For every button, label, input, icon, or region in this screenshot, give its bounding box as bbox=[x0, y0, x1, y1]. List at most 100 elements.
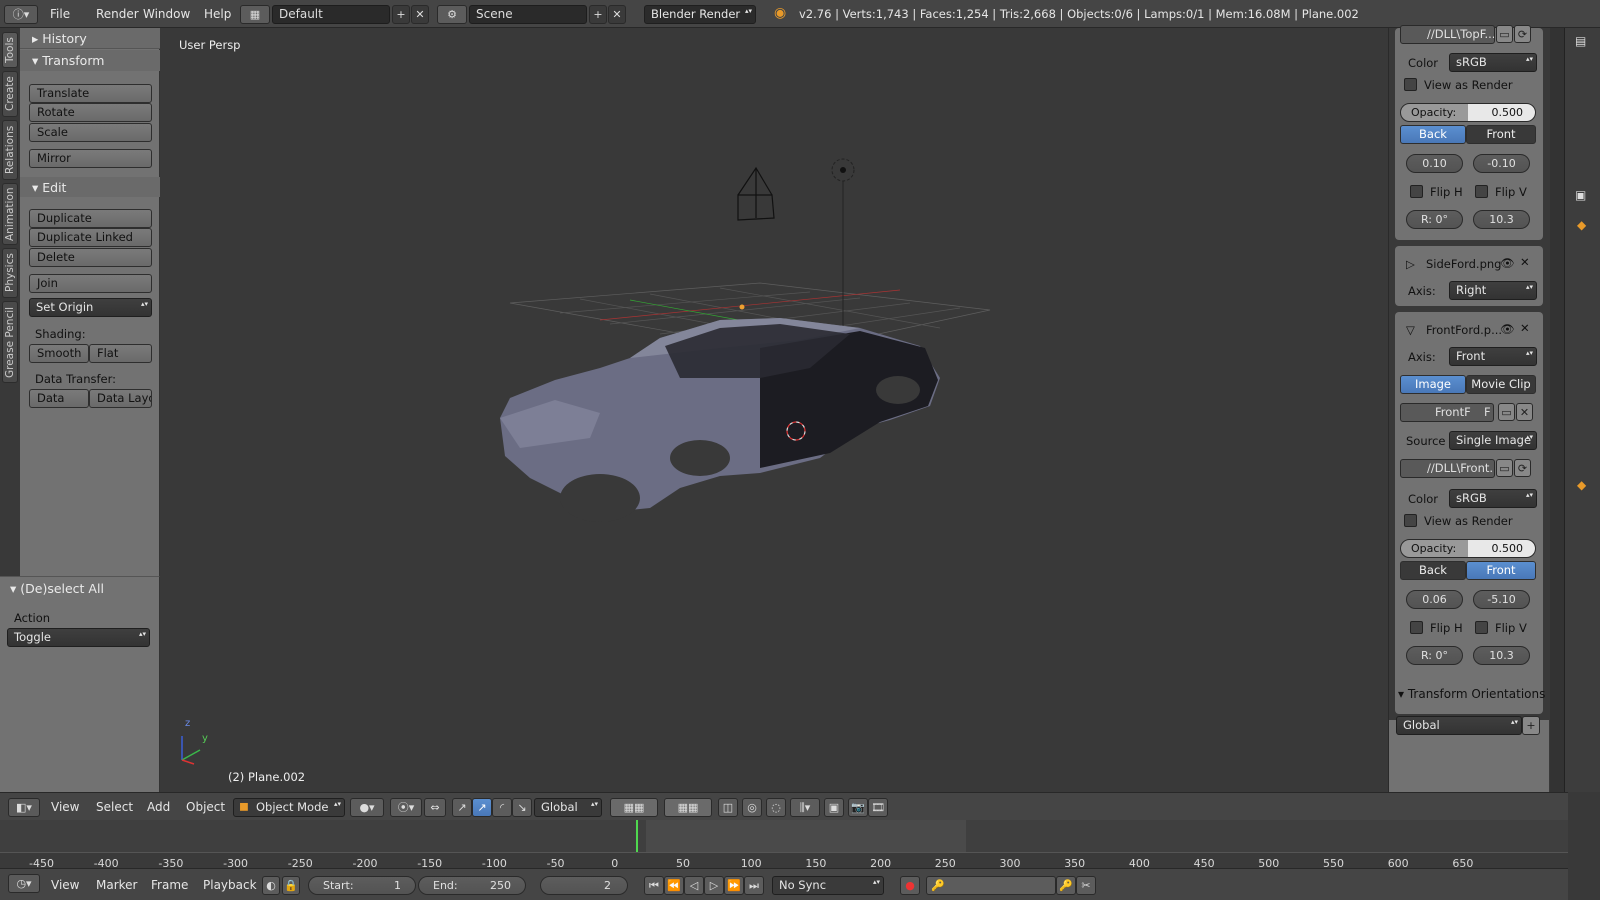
front-offset-x-field[interactable]: 0.06 bbox=[1406, 590, 1463, 609]
menu-render[interactable]: Render bbox=[96, 0, 139, 28]
opacity-slider[interactable]: Opacity: 0.500 bbox=[1400, 103, 1536, 122]
remove-layout-icon[interactable]: ✕ bbox=[411, 5, 429, 24]
3d-viewport[interactable]: User Persp z y (2) Plane.002 bbox=[160, 28, 1388, 792]
rotate-button[interactable]: Rotate bbox=[29, 103, 152, 122]
translate-manipulator-icon[interactable]: ↗ bbox=[452, 798, 472, 817]
open-file-icon[interactable]: ▭ bbox=[1496, 25, 1513, 43]
layout-icon[interactable]: ▦ bbox=[240, 5, 270, 24]
size-field[interactable]: 10.3 bbox=[1473, 210, 1530, 229]
play-icon[interactable]: ▷ bbox=[704, 876, 724, 895]
properties-scrollbar[interactable] bbox=[1550, 28, 1564, 792]
front-flip-v-checkbox[interactable] bbox=[1475, 621, 1488, 634]
remove-scene-icon[interactable]: ✕ bbox=[608, 5, 626, 24]
manipulator-toggle-icon[interactable]: ⇔ bbox=[424, 798, 446, 817]
front-reload-icon[interactable]: ⟳ bbox=[1514, 459, 1531, 477]
lock-layers-icon[interactable]: ◫ bbox=[718, 798, 738, 817]
front-rotation-field[interactable]: R: 0° bbox=[1406, 646, 1463, 665]
color-space-select[interactable]: sRGB bbox=[1449, 53, 1537, 72]
front-button[interactable]: Front bbox=[1466, 125, 1536, 144]
delete-keyframe-icon[interactable]: ✂ bbox=[1076, 876, 1096, 895]
frame-menu[interactable]: Frame bbox=[151, 871, 188, 899]
mirror-button[interactable]: Mirror bbox=[29, 149, 152, 168]
proportional-edit-icon[interactable]: ◎ bbox=[742, 798, 762, 817]
current-frame-field[interactable]: 2 bbox=[540, 876, 628, 895]
reload-icon[interactable]: ⟳ bbox=[1514, 25, 1531, 43]
action-select[interactable]: Toggle bbox=[7, 628, 150, 647]
menu-help[interactable]: Help bbox=[204, 0, 231, 28]
tab-tools[interactable]: Tools bbox=[2, 32, 18, 68]
side-expand-icon[interactable]: ▷ bbox=[1406, 257, 1415, 271]
scene-props-icon[interactable]: ▣ bbox=[1575, 188, 1586, 202]
scene-field[interactable]: Scene bbox=[469, 5, 587, 24]
opengl-render-icon[interactable]: 📷 bbox=[848, 798, 868, 817]
add-layout-icon[interactable]: + bbox=[392, 5, 410, 24]
image-source-button[interactable]: Image bbox=[1400, 375, 1466, 394]
lock-icon[interactable]: 🔒 bbox=[282, 876, 300, 895]
arc-manipulator-icon[interactable]: ◜ bbox=[492, 798, 512, 817]
front-color-select[interactable]: sRGB bbox=[1449, 489, 1537, 508]
scale-manipulator-icon[interactable]: ↘ bbox=[512, 798, 532, 817]
tab-grease-pencil[interactable]: Grease Pencil bbox=[2, 301, 18, 383]
front-axis-select[interactable]: Front bbox=[1449, 347, 1537, 366]
front-back-button[interactable]: Back bbox=[1400, 561, 1466, 580]
layout-field[interactable]: Default bbox=[272, 5, 390, 24]
front-size-field[interactable]: 10.3 bbox=[1473, 646, 1530, 665]
duplicate-button[interactable]: Duplicate bbox=[29, 209, 152, 228]
eye-icon[interactable]: 👁 bbox=[1500, 256, 1515, 270]
flip-h-checkbox[interactable] bbox=[1410, 185, 1423, 198]
duplicate-linked-button[interactable]: Duplicate Linked bbox=[29, 228, 152, 247]
add-menu[interactable]: Add bbox=[147, 793, 170, 821]
front-eye-icon[interactable]: 👁 bbox=[1500, 322, 1515, 336]
playback-menu[interactable]: Playback bbox=[203, 871, 257, 899]
rotate-manipulator-icon[interactable]: ↗ bbox=[472, 798, 492, 817]
insert-keyframe-icon[interactable]: 🔑 bbox=[1056, 876, 1076, 895]
marker-menu[interactable]: Marker bbox=[96, 871, 137, 899]
scale-button[interactable]: Scale bbox=[29, 123, 152, 142]
transform-orientations-header[interactable]: ▾ Transform Orientations bbox=[1398, 687, 1545, 701]
timeline-area[interactable] bbox=[0, 820, 1568, 858]
front-opacity-slider[interactable]: Opacity: 0.500 bbox=[1400, 539, 1536, 558]
translate-button[interactable]: Translate bbox=[29, 84, 152, 103]
end-frame-field[interactable]: End: 250 bbox=[418, 876, 526, 895]
front-flip-h-checkbox[interactable] bbox=[1410, 621, 1423, 634]
offset-y-field[interactable]: -0.10 bbox=[1473, 154, 1530, 173]
render-preview-icon[interactable]: ▣ bbox=[824, 798, 844, 817]
object-data-icon[interactable]: ◆ bbox=[1577, 478, 1586, 492]
object-menu[interactable]: Object bbox=[186, 793, 225, 821]
movie-clip-button[interactable]: Movie Clip bbox=[1466, 375, 1536, 394]
menu-window[interactable]: Window bbox=[143, 0, 190, 28]
select-menu[interactable]: Select bbox=[96, 793, 133, 821]
smooth-button[interactable]: Smooth bbox=[29, 344, 89, 363]
side-close-icon[interactable]: ✕ bbox=[1520, 255, 1530, 269]
object-props-icon[interactable]: ◆ bbox=[1577, 218, 1586, 232]
jump-start-icon[interactable]: ⏮ bbox=[644, 876, 664, 895]
view-menu[interactable]: View bbox=[51, 793, 79, 821]
flip-v-checkbox[interactable] bbox=[1475, 185, 1488, 198]
keying-set-field[interactable]: 🔑 bbox=[926, 876, 1056, 895]
front-file-icon[interactable]: ▭ bbox=[1496, 459, 1513, 477]
history-panel-header[interactable]: ▸ History bbox=[20, 28, 160, 49]
front-open-icon[interactable]: ▭ bbox=[1498, 403, 1515, 421]
transform-panel-header[interactable]: ▾ Transform bbox=[20, 50, 160, 71]
front-image-datablock[interactable]: FrontF bbox=[1400, 403, 1494, 422]
tab-relations[interactable]: Relations bbox=[2, 120, 18, 180]
jump-key-forward-icon[interactable]: ⏩ bbox=[724, 876, 744, 895]
front-offset-y-field[interactable]: -5.10 bbox=[1473, 590, 1530, 609]
editor-type-icon[interactable]: ◧▾ bbox=[8, 798, 40, 817]
set-origin-select[interactable]: Set Origin bbox=[29, 298, 152, 317]
add-orientation-icon[interactable]: + bbox=[1522, 716, 1540, 735]
record-icon[interactable]: ● bbox=[900, 876, 920, 895]
menu-file[interactable]: File bbox=[50, 0, 70, 28]
front-image-path[interactable]: //DLL\Front... bbox=[1400, 459, 1495, 478]
timeline-view-menu[interactable]: View bbox=[51, 871, 79, 899]
delete-button[interactable]: Delete bbox=[29, 248, 152, 267]
start-frame-field[interactable]: Start: 1 bbox=[308, 876, 416, 895]
tab-animation[interactable]: Animation bbox=[2, 183, 18, 245]
front-collapse-icon[interactable]: ▽ bbox=[1406, 323, 1415, 337]
opengl-anim-icon[interactable]: 🎞 bbox=[868, 798, 888, 817]
play-reverse-icon[interactable]: ◁ bbox=[684, 876, 704, 895]
tab-create[interactable]: Create bbox=[2, 71, 18, 117]
rotation-field[interactable]: R: 0° bbox=[1406, 210, 1463, 229]
tab-physics[interactable]: Physics bbox=[2, 248, 18, 298]
fake-user-label[interactable]: F bbox=[1484, 405, 1491, 419]
